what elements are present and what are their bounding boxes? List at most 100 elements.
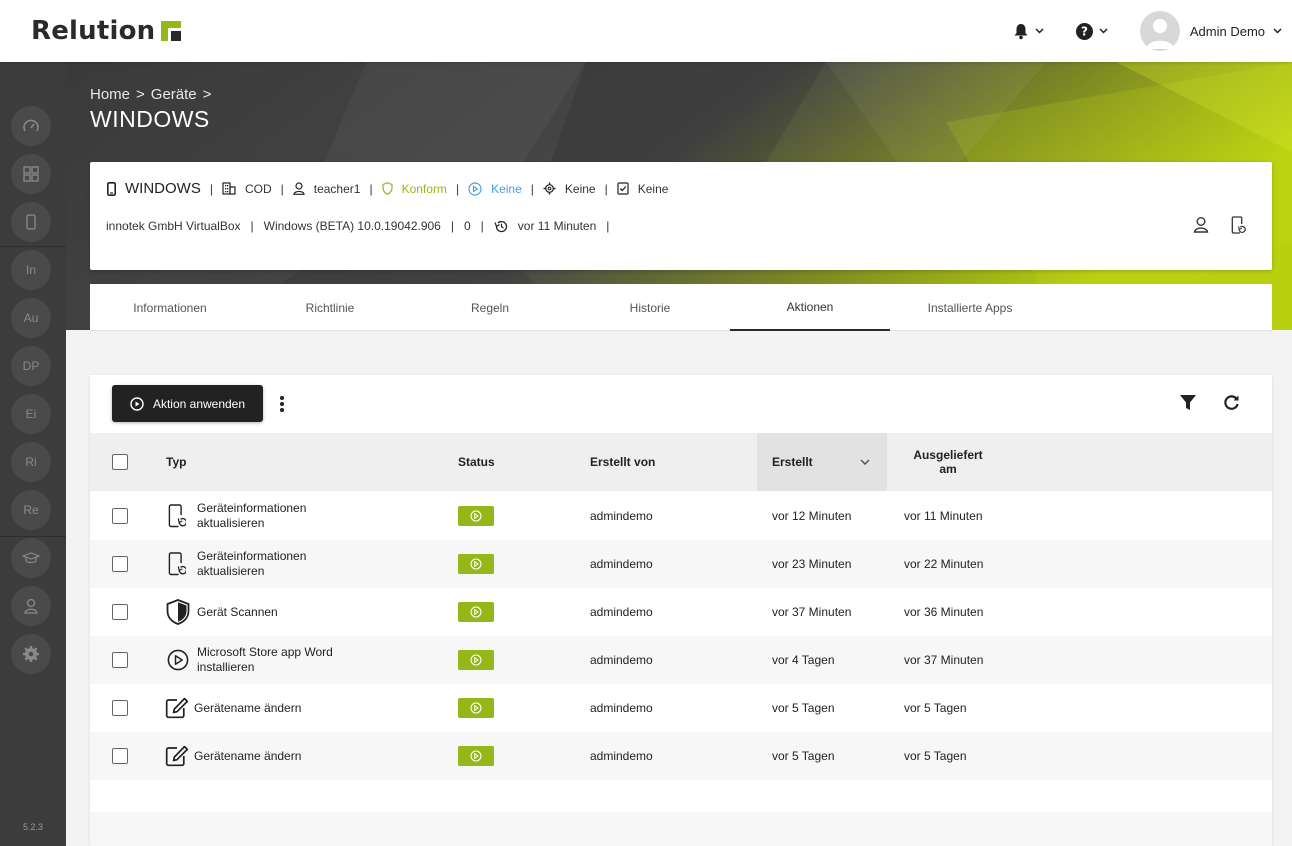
tab-installierte-apps[interactable]: Installierte Apps xyxy=(890,284,1050,331)
device-refresh-icon[interactable] xyxy=(1231,216,1246,234)
sidebar-item-ei[interactable]: Ei xyxy=(11,394,51,434)
breadcrumb-devices[interactable]: Geräte xyxy=(151,86,197,103)
select-all-checkbox[interactable] xyxy=(112,454,128,470)
relution-logo[interactable]: Relution xyxy=(31,16,182,46)
row-checkbox[interactable] xyxy=(112,700,128,716)
delivered-at: vor 11 Minuten xyxy=(904,509,983,523)
tab-informationen[interactable]: Informationen xyxy=(90,284,250,331)
action-type-line1: Geräteinformationen xyxy=(197,549,307,563)
config-status: Keine xyxy=(564,181,596,196)
chevron-down-icon xyxy=(1273,28,1282,34)
sidebar-item-dashboard[interactable] xyxy=(11,106,51,146)
column-created[interactable]: Erstellt xyxy=(757,433,887,491)
separator: | xyxy=(369,181,373,196)
sidebar-item-ri[interactable]: Ri xyxy=(11,442,51,482)
graduation-cap-icon xyxy=(22,552,40,564)
device-user[interactable]: teacher1 xyxy=(314,182,361,196)
delivered-at: vor 5 Tagen xyxy=(904,749,967,763)
row-checkbox[interactable] xyxy=(112,556,128,572)
table-row[interactable]: Gerätename ändern admindemo vor 5 Tagen … xyxy=(90,732,1272,780)
action-type-line1: Gerät Scannen xyxy=(197,605,278,619)
table-row[interactable]: Geräteinformationen aktualisieren admind… xyxy=(90,540,1272,588)
column-type[interactable]: Typ xyxy=(166,433,186,491)
row-checkbox[interactable] xyxy=(112,508,128,524)
sidebar-item-re[interactable]: Re xyxy=(11,490,51,530)
sidebar-item-education[interactable] xyxy=(11,538,51,578)
help-button[interactable]: ? xyxy=(1075,22,1108,40)
building-icon xyxy=(222,182,236,195)
app-version: 5.2.3 xyxy=(22,822,44,832)
refresh-icon[interactable] xyxy=(1223,394,1240,411)
play-circle-icon xyxy=(470,702,482,714)
user-icon xyxy=(293,182,305,195)
sidebar-item-apps[interactable] xyxy=(11,154,51,194)
action-status: Keine xyxy=(491,181,522,196)
top-bar: Relution ? Admin Demo xyxy=(0,0,1292,62)
sidebar-item-label: Ei xyxy=(25,407,37,421)
column-delivered-line1: Ausgeliefert xyxy=(913,448,983,462)
more-options-button[interactable] xyxy=(276,393,288,415)
sidebar-item-dp[interactable]: DP xyxy=(11,346,51,386)
row-checkbox[interactable] xyxy=(112,652,128,668)
tab-historie[interactable]: Historie xyxy=(570,284,730,331)
sidebar-item-au[interactable]: Au xyxy=(11,298,51,338)
sidebar-divider xyxy=(0,246,66,247)
column-status[interactable]: Status xyxy=(458,433,495,491)
table-row[interactable]: Microsoft Store app Word installieren ad… xyxy=(90,636,1272,684)
tab-regeln[interactable]: Regeln xyxy=(410,284,570,331)
sidebar-item-users[interactable] xyxy=(11,586,51,626)
table-row[interactable]: Gerätename ändern admindemo vor 5 Tagen … xyxy=(90,684,1272,732)
history-icon xyxy=(494,220,507,232)
device-os: Windows (BETA) 10.0.19042.906 xyxy=(263,219,441,233)
actions-panel: Aktion anwenden Typ Status Erstellt von … xyxy=(90,375,1272,846)
table-row[interactable]: Gerät Scannen admindemo vor 37 Minuten v… xyxy=(90,588,1272,636)
device-refresh-icon xyxy=(168,504,186,528)
status-badge xyxy=(458,554,494,574)
column-delivered[interactable]: Ausgeliefert am xyxy=(898,433,998,491)
created-at: vor 5 Tagen xyxy=(772,749,835,763)
tab-aktionen[interactable]: Aktionen xyxy=(730,284,890,331)
device-last-seen: vor 11 Minuten xyxy=(517,219,597,233)
select-all-cell xyxy=(112,433,128,491)
device-count: 0 xyxy=(463,219,471,233)
user-menu[interactable]: Admin Demo xyxy=(1139,11,1282,51)
play-circle-icon xyxy=(130,396,144,411)
grid-icon xyxy=(23,166,39,182)
sidebar-item-devices[interactable] xyxy=(11,202,51,242)
play-circle-icon xyxy=(470,654,482,666)
sidebar-item-in[interactable]: In xyxy=(11,250,51,290)
notifications-button[interactable] xyxy=(1013,23,1044,40)
created-by: admindemo xyxy=(590,701,653,715)
action-type-line2: aktualisieren xyxy=(197,564,265,578)
edit-icon xyxy=(165,745,189,767)
assign-user-icon[interactable] xyxy=(1193,216,1209,233)
breadcrumb-home[interactable]: Home xyxy=(90,86,130,103)
row-checkbox[interactable] xyxy=(112,604,128,620)
action-type-line1: Geräteinformationen xyxy=(197,501,307,515)
sidebar: In Au DP Ei Ri Re 5.2.3 xyxy=(0,62,66,846)
sidebar-divider xyxy=(0,536,66,537)
breadcrumb-separator: > xyxy=(136,86,145,103)
created-by: admindemo xyxy=(590,557,653,571)
column-created-by[interactable]: Erstellt von xyxy=(590,433,655,491)
action-type-line1: Gerätename ändern xyxy=(194,749,302,763)
sidebar-item-label: In xyxy=(25,263,36,277)
breadcrumb: Home > Geräte > xyxy=(90,86,211,103)
table-row[interactable]: Geräteinformationen aktualisieren admind… xyxy=(90,492,1272,540)
status-badge xyxy=(458,602,494,622)
status-badge xyxy=(458,746,494,766)
checkbox-checked-icon xyxy=(617,182,629,195)
created-by: admindemo xyxy=(590,509,653,523)
separator: | xyxy=(530,181,534,196)
row-checkbox[interactable] xyxy=(112,748,128,764)
separator: | xyxy=(480,219,484,233)
delivered-at: vor 5 Tagen xyxy=(904,701,967,715)
delivered-at: vor 22 Minuten xyxy=(904,557,984,571)
apply-action-button[interactable]: Aktion anwenden xyxy=(112,385,263,422)
tab-richtlinie[interactable]: Richtlinie xyxy=(250,284,410,331)
help-icon: ? xyxy=(1075,22,1093,40)
logo-text: Relution xyxy=(31,16,156,46)
filter-icon[interactable] xyxy=(1179,394,1197,411)
sidebar-item-settings[interactable] xyxy=(11,634,51,674)
created-at: vor 4 Tagen xyxy=(772,653,835,667)
